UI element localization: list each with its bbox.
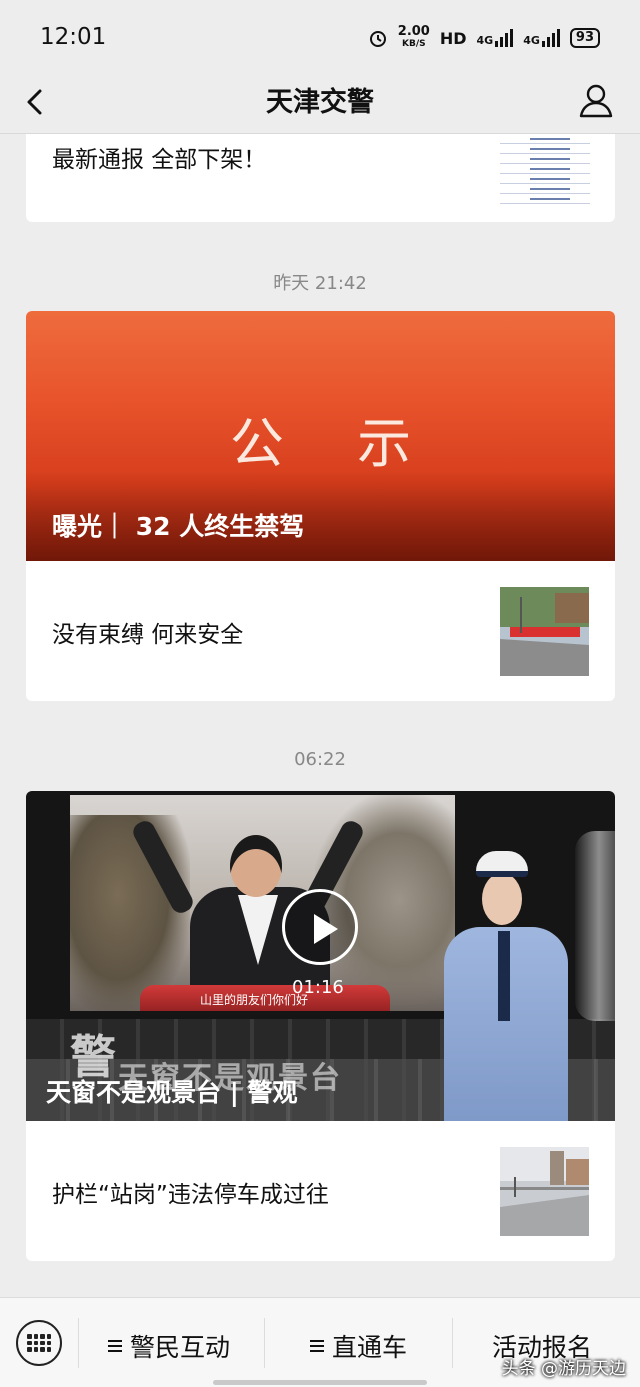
document-thumbnail[interactable] [500, 134, 590, 206]
page-title: 天津交警 [266, 87, 374, 118]
cover-article[interactable]: 公 示 曝光｜ 32 人终生禁驾 [26, 311, 615, 561]
article-title: 没有束缚 何来安全 [52, 622, 244, 648]
signal-1: 4G [477, 29, 514, 47]
article-card-top[interactable]: 最新通报 全部下架！ [26, 134, 615, 222]
article-thumbnail[interactable] [500, 1147, 589, 1236]
list-item[interactable]: 没有束缚 何来安全 [26, 561, 615, 701]
timestamp: 06:22 [294, 749, 346, 770]
menu-tab-interaction[interactable]: 警民互动 [108, 1328, 230, 1364]
net-type-1: 4G [476, 34, 494, 47]
menu-tab-label: 警民互动 [130, 1333, 231, 1362]
bottom-menu-bar: 警民互动 直通车 活动报名 头条 @游历天边 [0, 1297, 640, 1387]
signal-bars-icon [495, 29, 514, 47]
article-title[interactable]: 最新通报 全部下架！ [52, 140, 266, 174]
timestamp: 昨天 21:42 [273, 273, 367, 294]
video-frame: 山里的朋友们你们好 [70, 795, 455, 1011]
signal-bars-icon [541, 29, 560, 47]
source-attribution: 头条 @游历天边 [501, 1359, 626, 1379]
speed-value: 2.00 [397, 24, 430, 39]
message-feed[interactable]: 最新通报 全部下架！ 昨天 21:42 公 示 曝光｜ 32 人终生禁驾 没有束… [0, 134, 640, 1297]
article-group-card: 山里的朋友们你们好 01:16 警 天窗不是观景台 天窗不是观景台 | 警观 护… [26, 791, 615, 1261]
menu-tab-label: 直通车 [332, 1333, 408, 1362]
keyboard-icon[interactable] [16, 1320, 62, 1366]
video-duration: 01:16 [292, 977, 344, 998]
video-caption: 天窗不是观景台 | 警观 [46, 1078, 298, 1107]
speed-unit: KB/S [402, 39, 426, 49]
officer-figure [436, 851, 576, 1121]
article-title: 护栏“站岗”违法停车成过往 [52, 1182, 329, 1208]
status-time: 12:01 [40, 24, 107, 50]
menu-icon [310, 1340, 324, 1352]
status-bar: 12:01 2.00 KB/S HD 4G 4G 93 [0, 0, 640, 72]
cover-caption: 曝光｜ 32 人终生禁驾 [52, 512, 305, 541]
video-player[interactable]: 山里的朋友们你们好 01:16 警 天窗不是观景台 天窗不是观景台 | 警观 [26, 791, 615, 1121]
menu-tab-express[interactable]: 直通车 [310, 1328, 407, 1364]
battery-icon: 93 [569, 28, 600, 48]
profile-icon[interactable] [576, 80, 616, 120]
net-type-2: 4G [523, 34, 540, 47]
list-item[interactable]: 护栏“站岗”违法停车成过往 [26, 1121, 615, 1261]
article-thumbnail[interactable] [500, 587, 589, 676]
status-icons: 2.00 KB/S HD 4G 4G 93 [368, 24, 600, 50]
hd-indicator: HD [439, 28, 467, 48]
signal-2: 4G [523, 29, 560, 47]
article-group-card: 公 示 曝光｜ 32 人终生禁驾 没有束缚 何来安全 [26, 311, 615, 701]
nav-bar: 天津交警 [0, 72, 640, 134]
menu-icon [108, 1340, 122, 1352]
alarm-icon [369, 31, 386, 47]
network-speed: 2.00 KB/S [397, 24, 430, 50]
play-icon[interactable] [282, 889, 358, 965]
cover-text: 公 示 [229, 412, 440, 475]
home-indicator[interactable] [213, 1380, 427, 1385]
